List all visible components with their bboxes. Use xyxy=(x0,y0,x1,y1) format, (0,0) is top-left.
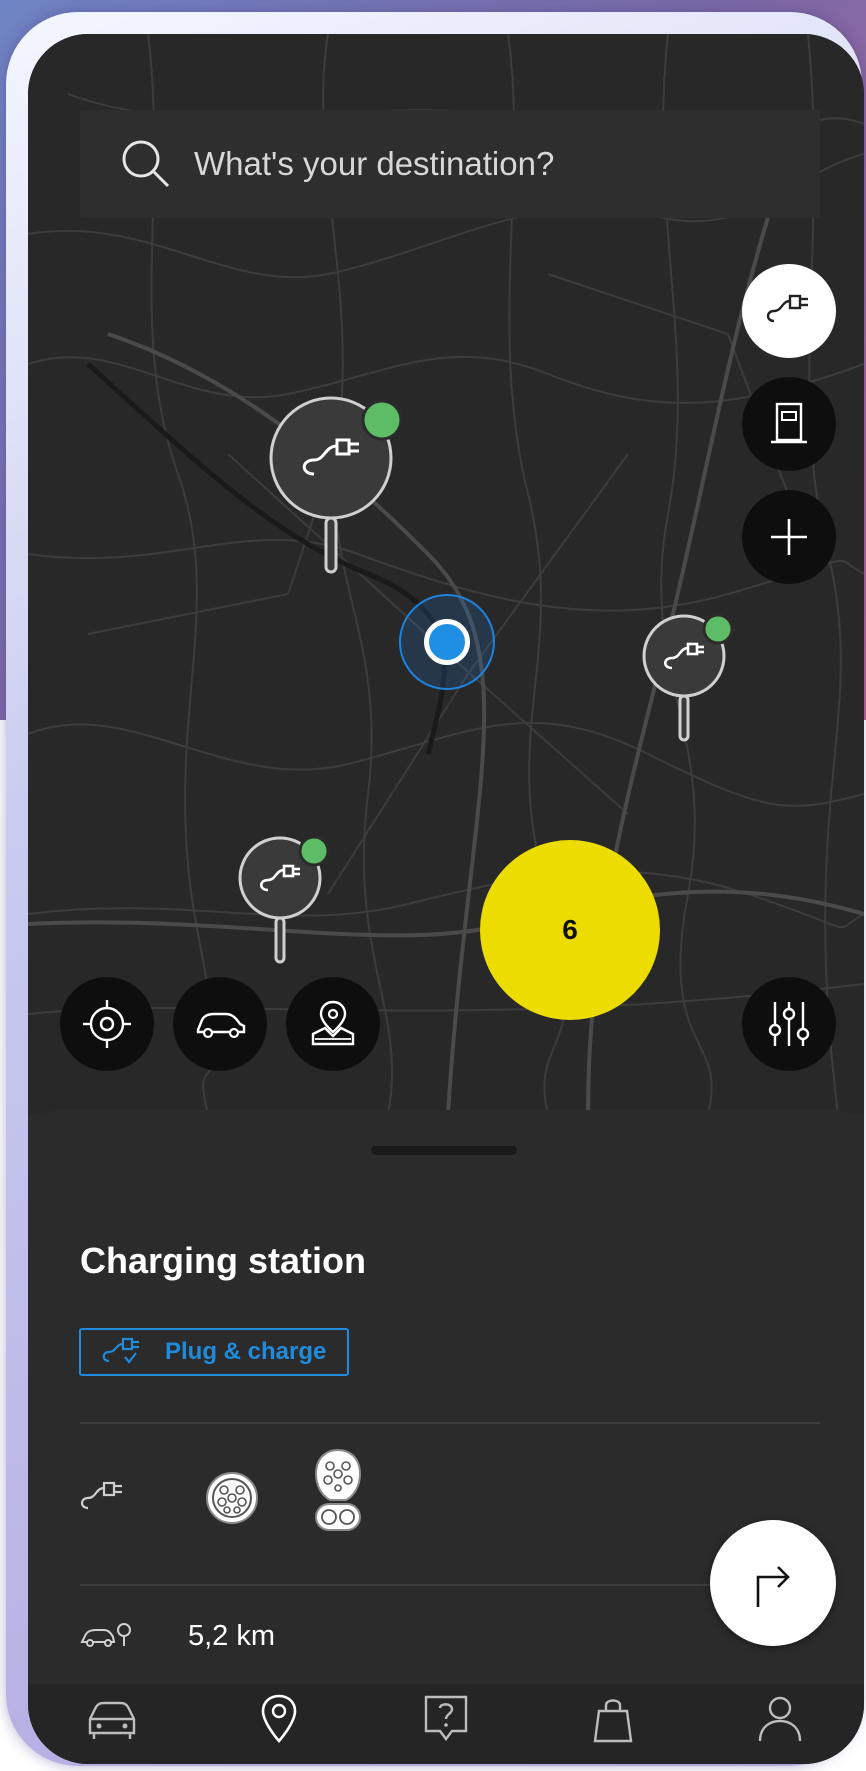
bottom-navigation xyxy=(28,1684,864,1764)
nav-item-shop[interactable] xyxy=(573,1684,653,1754)
divider xyxy=(80,1584,820,1586)
map-view[interactable]: What's your destination? 6 xyxy=(28,34,864,1114)
divider xyxy=(80,1422,820,1424)
car-distance-icon xyxy=(80,1623,131,1647)
car-icon xyxy=(88,1701,135,1739)
crosshair-icon xyxy=(83,1000,131,1048)
type2-connector-icon xyxy=(206,1472,258,1524)
filter-button[interactable] xyxy=(742,977,836,1071)
add-button[interactable] xyxy=(742,490,836,584)
sheet-drag-handle[interactable] xyxy=(371,1146,517,1155)
phone-frame: What's your destination? 6 Charging stat… xyxy=(6,12,864,1766)
start-route-button[interactable] xyxy=(710,1520,836,1646)
current-location-marker xyxy=(399,594,495,690)
location-dot xyxy=(424,619,470,665)
nav-item-help[interactable] xyxy=(406,1684,486,1754)
station-title: Charging station xyxy=(80,1240,366,1281)
charging-station-pin[interactable] xyxy=(238,835,338,970)
nav-item-profile[interactable] xyxy=(740,1684,820,1754)
plug-icon xyxy=(766,294,808,323)
charging-station-pin[interactable] xyxy=(269,396,409,580)
tag-label: Plug & charge xyxy=(165,1338,327,1365)
plug-and-charge-tag: Plug & charge xyxy=(79,1328,349,1376)
app-screen: What's your destination? 6 Charging stat… xyxy=(28,34,864,1764)
map-layers-button[interactable] xyxy=(286,977,380,1071)
station-distance: 5,2 km xyxy=(188,1620,276,1652)
nav-item-map[interactable] xyxy=(239,1684,319,1754)
destination-search-bar[interactable]: What's your destination? xyxy=(80,110,820,218)
fuel-station-button[interactable] xyxy=(742,377,836,471)
car-icon xyxy=(196,1012,246,1039)
user-icon xyxy=(759,1696,802,1742)
search-icon xyxy=(122,140,170,188)
search-placeholder: What's your destination? xyxy=(194,145,555,182)
charging-station-icon xyxy=(771,402,807,444)
nav-item-car[interactable] xyxy=(72,1684,152,1754)
charging-pin-large-icon xyxy=(269,396,403,574)
map-pin-icon xyxy=(261,1694,297,1743)
charging-pin-small-icon xyxy=(238,835,330,964)
charging-pin-small-icon xyxy=(642,613,734,742)
charging-station-pin[interactable] xyxy=(642,613,742,748)
help-icon xyxy=(424,1695,468,1741)
car-button[interactable] xyxy=(173,977,267,1071)
plus-icon xyxy=(771,519,807,555)
charging-filter-button[interactable] xyxy=(742,264,836,358)
ccs-connector-icon xyxy=(314,1448,362,1531)
shopping-bag-icon xyxy=(593,1699,633,1743)
plug-check-icon xyxy=(102,1337,139,1364)
locate-me-button[interactable] xyxy=(60,977,154,1071)
turn-right-arrow-icon xyxy=(756,1566,790,1607)
station-cluster[interactable]: 6 xyxy=(480,840,660,1020)
sliders-icon xyxy=(768,1002,810,1046)
plug-icon xyxy=(80,1481,122,1510)
map-marker-icon xyxy=(311,1000,355,1046)
